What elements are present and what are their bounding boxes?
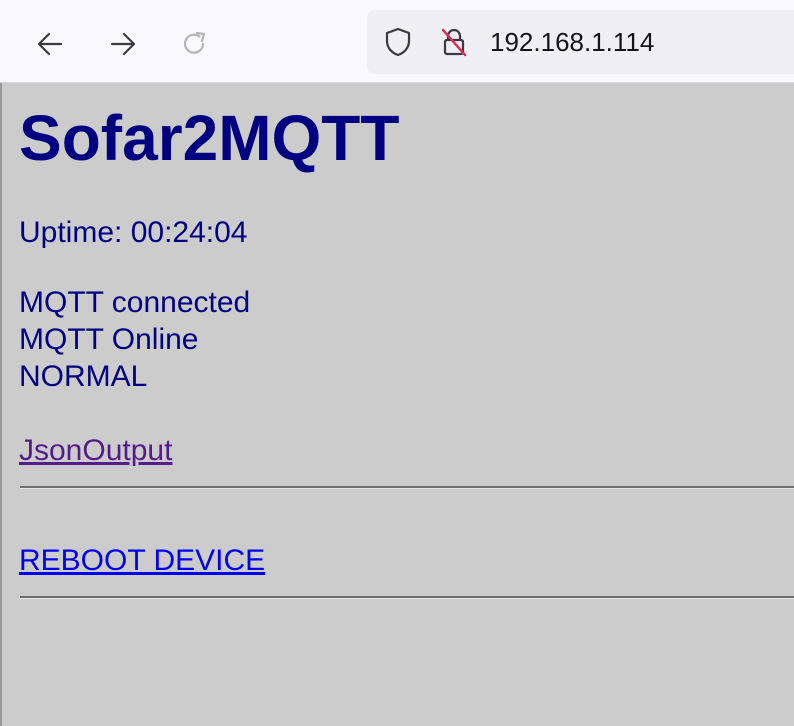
browser-toolbar: 192.168.1.114 bbox=[0, 0, 794, 83]
reboot-device-link[interactable]: REBOOT DEVICE bbox=[19, 543, 265, 579]
arrow-right-icon bbox=[110, 32, 136, 56]
lock-slash-icon[interactable] bbox=[438, 26, 470, 58]
json-output-link[interactable]: JsonOutput bbox=[19, 433, 172, 469]
forward-button[interactable] bbox=[101, 22, 145, 66]
mqtt-connection-status: MQTT connected bbox=[19, 286, 251, 319]
page-title: Sofar2MQTT bbox=[19, 102, 400, 174]
reload-icon bbox=[183, 31, 206, 54]
url-text[interactable]: 192.168.1.114 bbox=[490, 27, 654, 57]
mqtt-online-status: MQTT Online bbox=[19, 323, 199, 356]
url-bar[interactable]: 192.168.1.114 bbox=[367, 10, 794, 74]
back-button[interactable] bbox=[28, 22, 72, 66]
device-mode-status: NORMAL bbox=[19, 360, 148, 393]
divider bbox=[20, 596, 794, 599]
uptime-text: Uptime: 00:24:04 bbox=[19, 216, 248, 249]
shield-icon[interactable] bbox=[382, 26, 414, 58]
arrow-left-icon bbox=[37, 32, 63, 56]
divider bbox=[20, 486, 794, 489]
reload-button[interactable] bbox=[172, 22, 216, 66]
page-content: Sofar2MQTT Uptime: 00:24:04 MQTT connect… bbox=[0, 83, 794, 726]
